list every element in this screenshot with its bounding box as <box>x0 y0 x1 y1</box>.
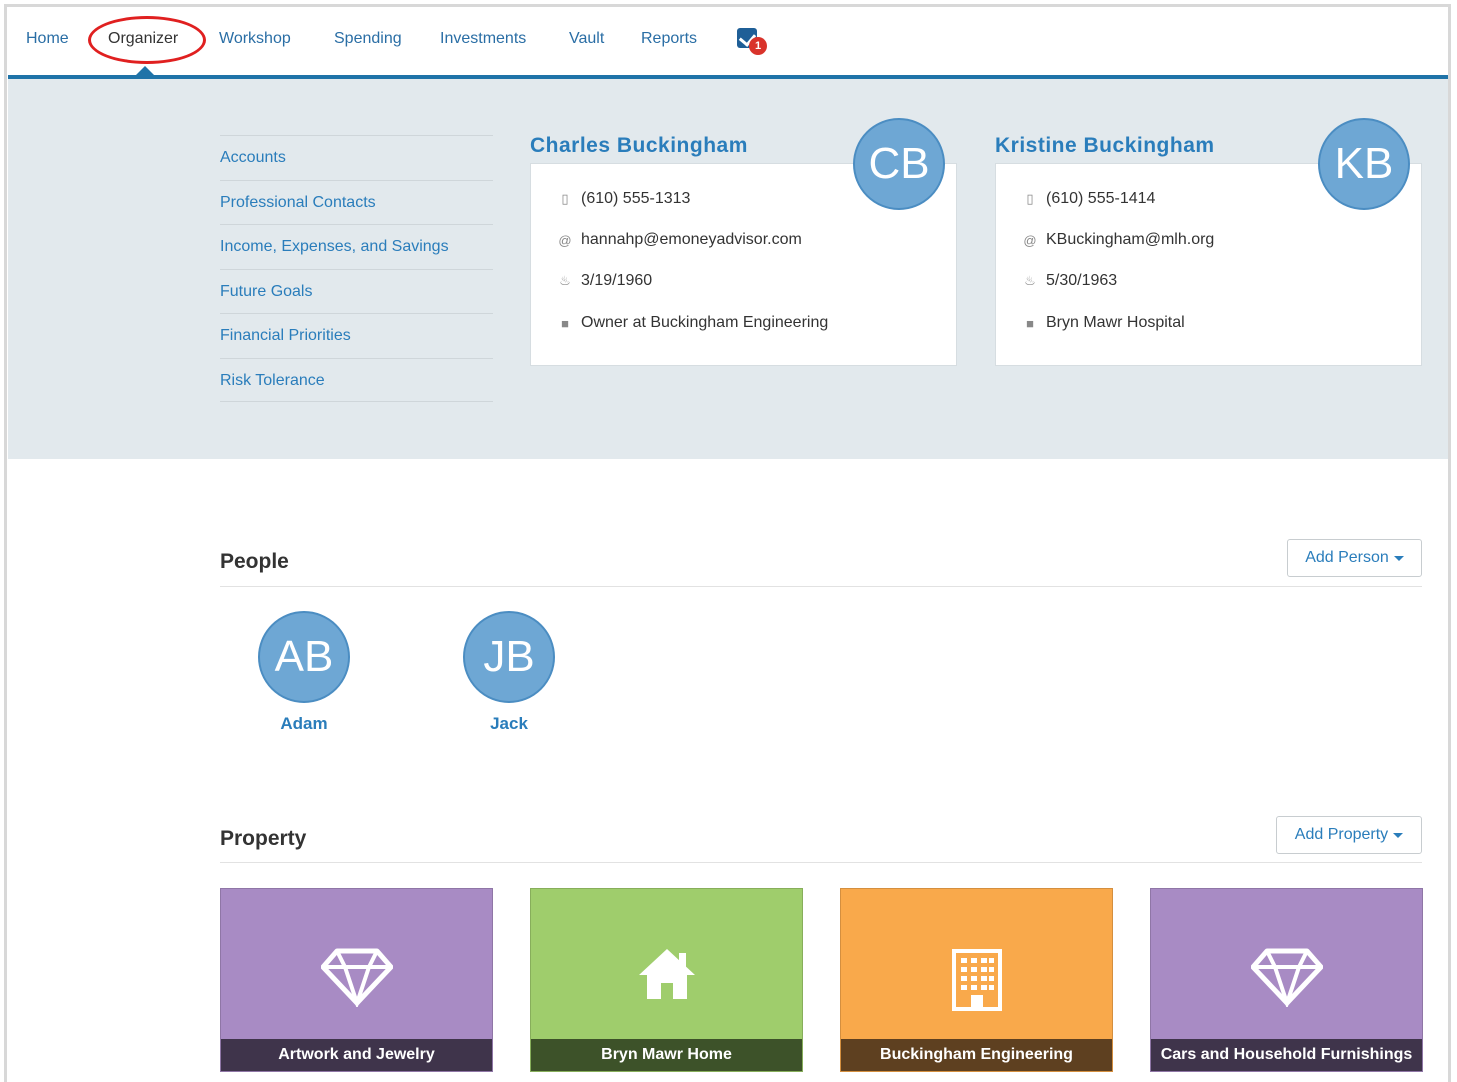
property-label: Bryn Mawr Home <box>531 1039 802 1071</box>
client-occupation: Bryn Mawr Hospital <box>1046 314 1185 331</box>
highlight-circle <box>88 16 206 64</box>
occupation-row: ■ Bryn Mawr Hospital <box>1022 314 1185 332</box>
client-phone: (610) 555-1313 <box>581 190 691 207</box>
birthdate-row: ♨ 3/19/1960 <box>557 272 652 290</box>
diamond-icon <box>1250 948 1323 1007</box>
client-name[interactable]: Kristine Buckingham <box>995 134 1215 158</box>
nav-vault[interactable]: Vault <box>569 30 604 48</box>
cake-icon: ♨ <box>559 273 571 288</box>
section-divider <box>220 862 1422 863</box>
client-birthdate: 5/30/1963 <box>1046 272 1118 289</box>
phone-row: ▯ (610) 555-1313 <box>557 190 690 208</box>
organizer-sidebar: Accounts Professional Contacts Income, E… <box>220 135 493 402</box>
add-property-label: Add Property <box>1294 826 1389 843</box>
building-icon <box>951 949 1002 1011</box>
home-icon <box>638 949 695 999</box>
section-title-property: Property <box>220 827 307 850</box>
sidebar-link-accounts[interactable]: Accounts <box>220 135 493 180</box>
client-birthdate: 3/19/1960 <box>581 272 653 289</box>
email-row: @ KBuckingham@mlh.org <box>1022 231 1214 249</box>
cake-icon: ♨ <box>1024 273 1036 288</box>
avatar[interactable]: KB <box>1318 118 1410 210</box>
client-phone: (610) 555-1414 <box>1046 190 1156 207</box>
property-label: Artwork and Jewelry <box>221 1039 492 1071</box>
top-nav: Home Organizer Workshop Spending Investm… <box>8 8 1448 78</box>
briefcase-icon: ■ <box>1026 315 1034 331</box>
sidebar-link-future-goals[interactable]: Future Goals <box>220 268 493 314</box>
avatar[interactable]: JB <box>463 611 555 703</box>
phone-row: ▯ (610) 555-1414 <box>1022 190 1155 208</box>
nav-spending[interactable]: Spending <box>334 30 402 48</box>
phone-icon: ▯ <box>561 191 569 206</box>
nav-home[interactable]: Home <box>26 30 69 48</box>
at-icon: @ <box>558 232 572 248</box>
sidebar-link-risk-tolerance[interactable]: Risk Tolerance <box>220 357 493 402</box>
tasks-badge: 1 <box>749 37 767 55</box>
nav-investments[interactable]: Investments <box>440 30 526 48</box>
person-name[interactable]: Jack <box>463 714 555 734</box>
client-occupation: Owner at Buckingham Engineering <box>581 314 829 331</box>
nav-workshop[interactable]: Workshop <box>219 30 291 48</box>
client-name[interactable]: Charles Buckingham <box>530 134 748 158</box>
email-row: @ hannahp@emoneyadvisor.com <box>557 231 802 249</box>
nav-reports[interactable]: Reports <box>641 30 697 48</box>
caret-down-icon <box>1393 832 1404 838</box>
property-label: Buckingham Engineering <box>841 1039 1112 1071</box>
at-icon: @ <box>1023 232 1037 248</box>
property-label: Cars and Household Furnishings <box>1151 1039 1422 1071</box>
add-property-button[interactable]: Add Property <box>1276 816 1422 854</box>
person-name[interactable]: Adam <box>258 714 350 734</box>
sidebar-link-financial-priorities[interactable]: Financial Priorities <box>220 313 493 358</box>
phone-icon: ▯ <box>1026 191 1034 206</box>
property-tile[interactable]: Bryn Mawr Home <box>530 888 803 1072</box>
property-tile[interactable]: Cars and Household Furnishings <box>1150 888 1423 1072</box>
property-tile[interactable]: Buckingham Engineering <box>840 888 1113 1072</box>
section-title-people: People <box>220 550 289 573</box>
sidebar-link-professional-contacts[interactable]: Professional Contacts <box>220 179 493 225</box>
sidebar-link-income-expenses-savings[interactable]: Income, Expenses, and Savings <box>220 224 493 269</box>
caret-down-icon <box>1393 555 1404 561</box>
birthdate-row: ♨ 5/30/1963 <box>1022 272 1117 290</box>
diamond-icon <box>320 948 393 1007</box>
add-person-label: Add Person <box>1305 549 1389 566</box>
add-person-button[interactable]: Add Person <box>1287 539 1422 577</box>
active-nav-caret <box>135 66 155 76</box>
avatar[interactable]: AB <box>258 611 350 703</box>
section-divider <box>220 586 1422 587</box>
avatar[interactable]: CB <box>853 118 945 210</box>
property-tile[interactable]: Artwork and Jewelry <box>220 888 493 1072</box>
briefcase-icon: ■ <box>561 315 569 331</box>
occupation-row: ■ Owner at Buckingham Engineering <box>557 314 828 332</box>
client-email: KBuckingham@mlh.org <box>1046 231 1215 248</box>
client-email: hannahp@emoneyadvisor.com <box>581 231 802 248</box>
